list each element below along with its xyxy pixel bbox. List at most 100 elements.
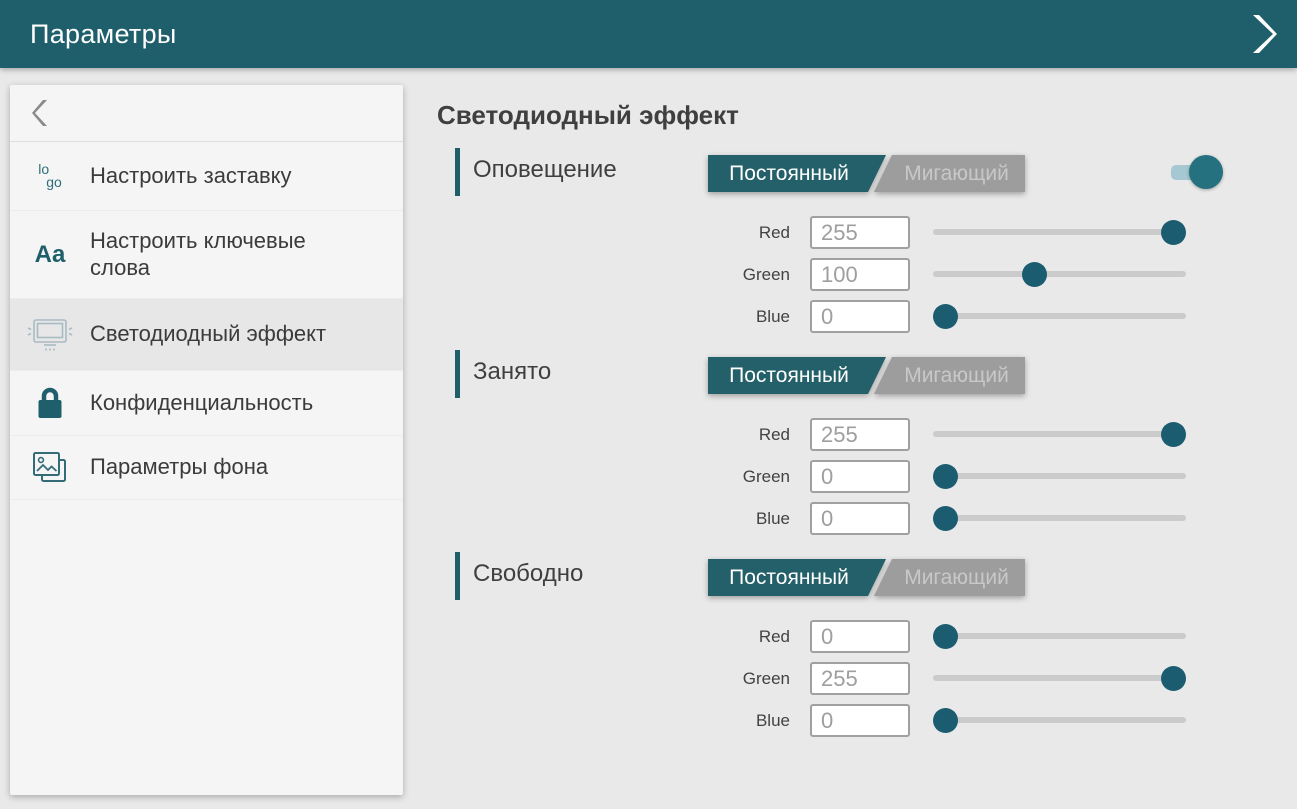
- red-channel-row: Red: [437, 616, 1297, 657]
- slider-track: [933, 313, 1186, 319]
- sidebar-item-label: Настроить ключевые слова: [90, 228, 403, 281]
- mode-constant-label: Постоянный: [729, 162, 849, 186]
- slider-track: [933, 633, 1186, 639]
- green-slider[interactable]: [933, 254, 1186, 295]
- blue-label: Blue: [437, 296, 790, 337]
- green-slider[interactable]: [933, 658, 1186, 699]
- red-value-input[interactable]: [810, 418, 910, 451]
- red-slider[interactable]: [933, 212, 1186, 253]
- mode-constant-label: Постоянный: [729, 364, 849, 388]
- mode-toggle: Постоянный Мигающий: [708, 357, 1025, 394]
- sidebar-item-background[interactable]: Параметры фона: [10, 436, 403, 500]
- switch-knob: [1189, 155, 1223, 189]
- section-free: Свободно Постоянный Мигающий Red Green B…: [437, 552, 1297, 752]
- slider-thumb[interactable]: [933, 464, 958, 489]
- blue-channel-row: Blue: [437, 498, 1297, 539]
- green-value-input[interactable]: [810, 258, 910, 291]
- mode-constant-label: Постоянный: [729, 566, 849, 590]
- green-label: Green: [437, 254, 790, 295]
- slider-thumb[interactable]: [1161, 220, 1186, 245]
- section-busy: Занято Постоянный Мигающий Red Green Blu…: [437, 350, 1297, 550]
- red-label: Red: [437, 212, 790, 253]
- chevron-right-icon[interactable]: [1247, 13, 1279, 55]
- slider-thumb[interactable]: [933, 624, 958, 649]
- monitor-led-icon: [10, 316, 90, 354]
- green-channel-row: Green: [437, 254, 1297, 295]
- slider-thumb[interactable]: [933, 506, 958, 531]
- slider-track: [933, 271, 1186, 277]
- mode-constant-button[interactable]: Постоянный: [708, 559, 886, 596]
- mode-constant-button[interactable]: Постоянный: [708, 155, 886, 192]
- content-title: Светодиодный эффект: [437, 100, 739, 131]
- section-title: Занято: [473, 358, 551, 386]
- mode-blinking-label: Мигающий: [904, 364, 1009, 388]
- keywords-icon: Aa: [10, 241, 90, 269]
- slider-thumb[interactable]: [933, 304, 958, 329]
- section-alert: Оповещение Постоянный Мигающий Red Green…: [437, 148, 1297, 348]
- blue-label: Blue: [437, 498, 790, 539]
- sidebar-back-button[interactable]: [10, 85, 403, 142]
- sidebar-item-label: Настроить заставку: [90, 163, 403, 189]
- red-slider[interactable]: [933, 414, 1186, 455]
- mode-blinking-label: Мигающий: [904, 162, 1009, 186]
- green-label: Green: [437, 456, 790, 497]
- sidebar-item-privacy[interactable]: Конфиденциальность: [10, 371, 403, 436]
- logo-icon: lo go: [10, 163, 90, 189]
- red-label: Red: [437, 414, 790, 455]
- slider-thumb[interactable]: [933, 708, 958, 733]
- sidebar: lo go Настроить заставку Aa Настроить кл…: [10, 85, 403, 795]
- red-value-input[interactable]: [810, 620, 910, 653]
- red-channel-row: Red: [437, 414, 1297, 455]
- mode-blinking-label: Мигающий: [904, 566, 1009, 590]
- sidebar-item-led-effect[interactable]: Светодиодный эффект: [10, 299, 403, 371]
- sidebar-item-screensaver[interactable]: lo go Настроить заставку: [10, 142, 403, 211]
- blue-channel-row: Blue: [437, 700, 1297, 741]
- green-value-input[interactable]: [810, 662, 910, 695]
- blue-value-input[interactable]: [810, 300, 910, 333]
- blue-value-input[interactable]: [810, 502, 910, 535]
- sidebar-item-label: Конфиденциальность: [90, 390, 403, 416]
- slider-thumb[interactable]: [1161, 422, 1186, 447]
- mode-blinking-button[interactable]: Мигающий: [874, 155, 1025, 192]
- section-accent-bar: [455, 148, 460, 196]
- images-icon: [10, 450, 90, 486]
- keywords-icon-text: Aa: [35, 241, 66, 269]
- mode-toggle: Постоянный Мигающий: [708, 559, 1025, 596]
- page-title: Параметры: [30, 19, 177, 50]
- section-accent-bar: [455, 552, 460, 600]
- green-value-input[interactable]: [810, 460, 910, 493]
- mode-constant-button[interactable]: Постоянный: [708, 357, 886, 394]
- blue-slider[interactable]: [933, 498, 1186, 539]
- red-label: Red: [437, 616, 790, 657]
- slider-thumb[interactable]: [1161, 666, 1186, 691]
- mode-blinking-button[interactable]: Мигающий: [874, 559, 1025, 596]
- blue-label: Blue: [437, 700, 790, 741]
- blue-value-input[interactable]: [810, 704, 910, 737]
- green-channel-row: Green: [437, 456, 1297, 497]
- lock-icon: [10, 385, 90, 421]
- logo-icon-text: go: [46, 176, 62, 189]
- sidebar-item-keywords[interactable]: Aa Настроить ключевые слова: [10, 211, 403, 299]
- chevron-left-icon: [32, 99, 50, 127]
- slider-track: [933, 431, 1186, 437]
- blue-slider[interactable]: [933, 700, 1186, 741]
- mode-blinking-button[interactable]: Мигающий: [874, 357, 1025, 394]
- section-accent-bar: [455, 350, 460, 398]
- green-label: Green: [437, 658, 790, 699]
- slider-track: [933, 675, 1186, 681]
- red-channel-row: Red: [437, 212, 1297, 253]
- section-title: Свободно: [473, 560, 583, 588]
- slider-track: [933, 717, 1186, 723]
- green-channel-row: Green: [437, 658, 1297, 699]
- sidebar-item-label: Параметры фона: [90, 454, 403, 480]
- green-slider[interactable]: [933, 456, 1186, 497]
- alert-enabled-switch[interactable]: [1171, 155, 1261, 189]
- sidebar-item-label: Светодиодный эффект: [90, 321, 403, 347]
- blue-slider[interactable]: [933, 296, 1186, 337]
- slider-thumb[interactable]: [1022, 262, 1047, 287]
- section-title: Оповещение: [473, 156, 617, 184]
- slider-track: [933, 515, 1186, 521]
- mode-toggle: Постоянный Мигающий: [708, 155, 1025, 192]
- red-slider[interactable]: [933, 616, 1186, 657]
- red-value-input[interactable]: [810, 216, 910, 249]
